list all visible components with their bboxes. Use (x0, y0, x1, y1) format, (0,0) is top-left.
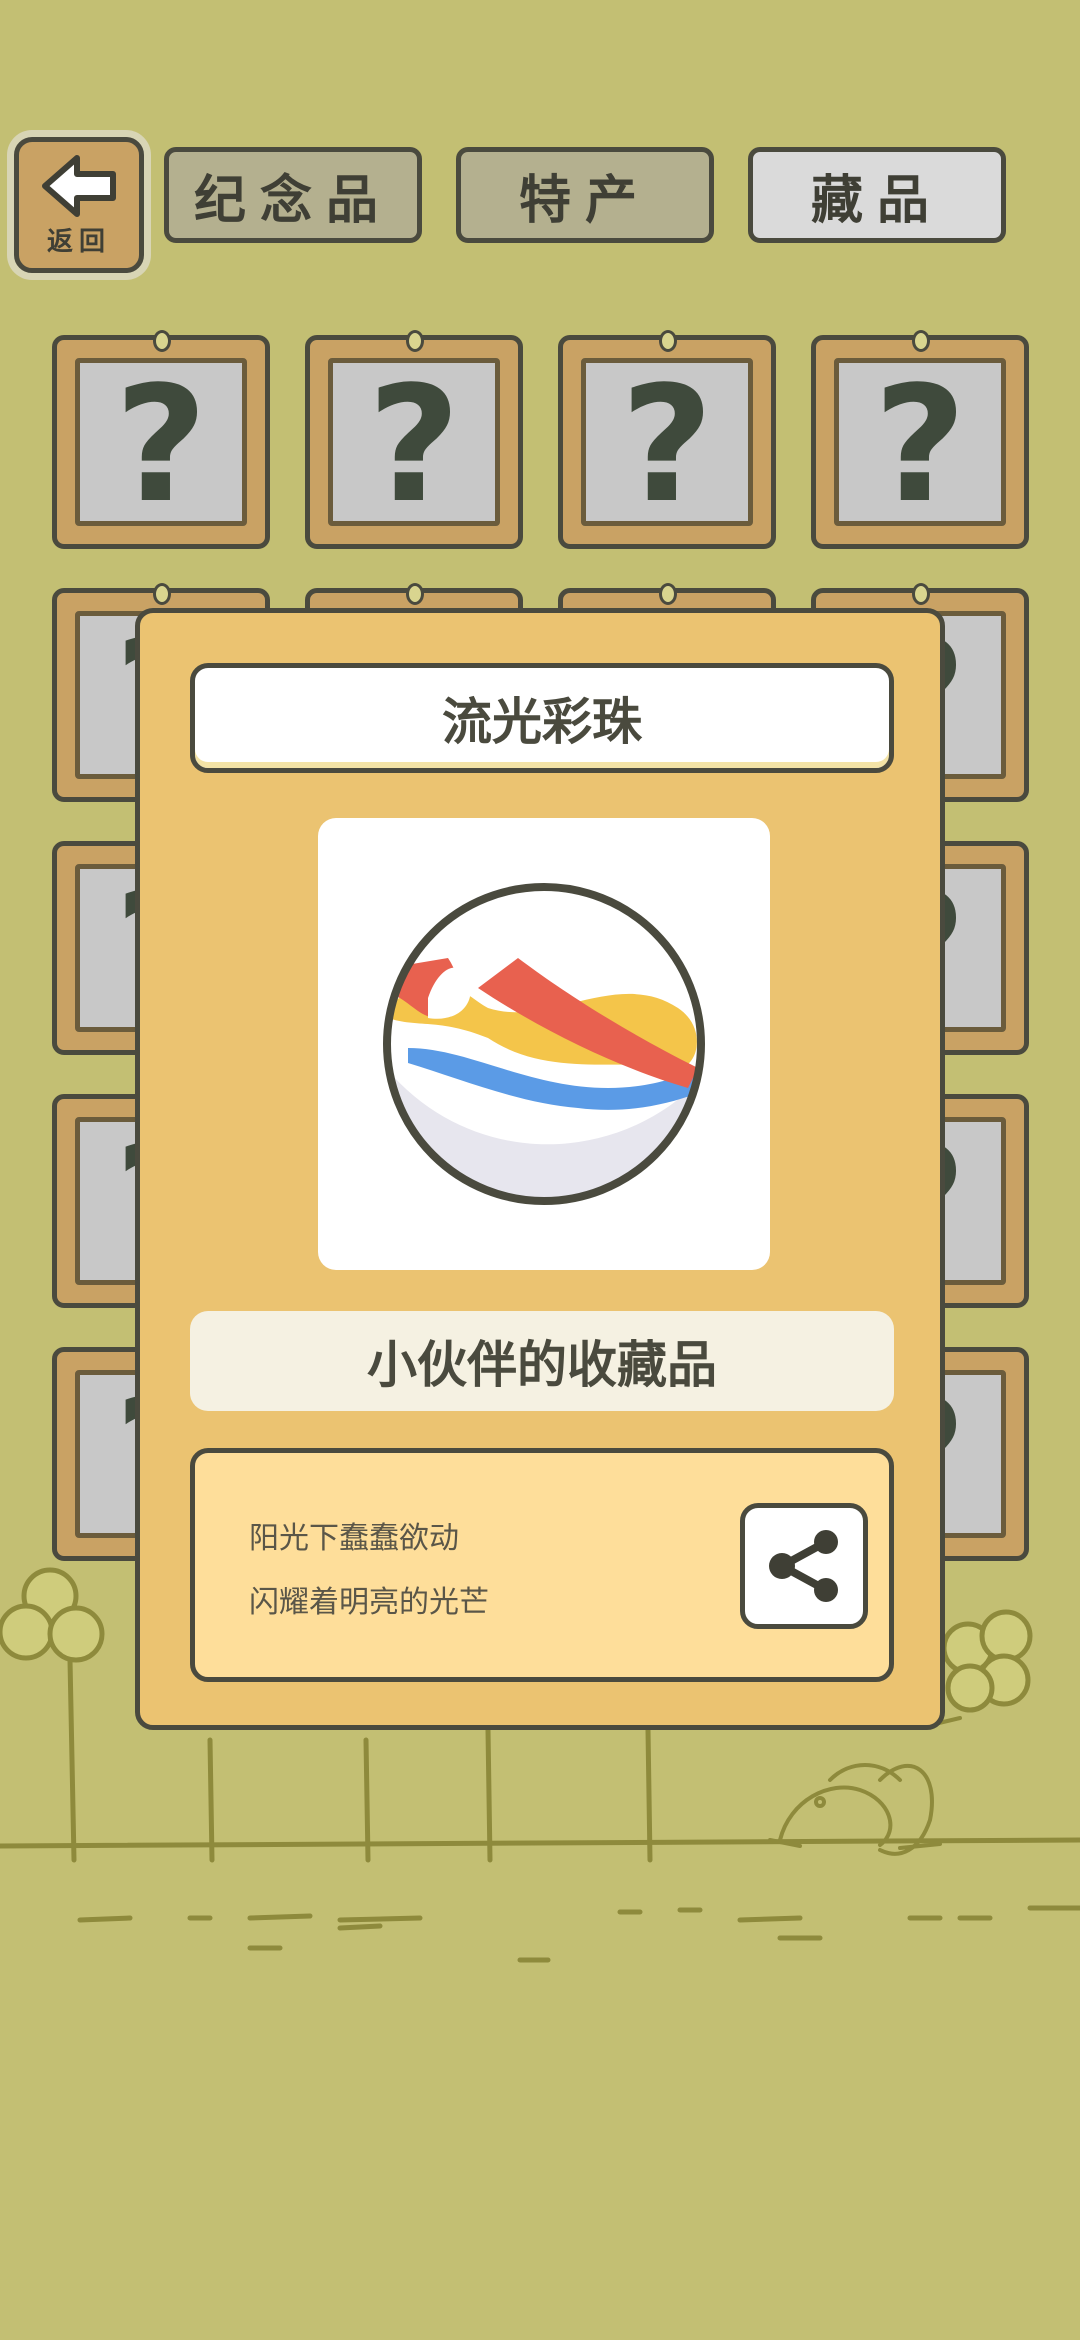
slot-inner: ? (834, 358, 1006, 526)
hang-hook-icon (912, 330, 930, 352)
hang-hook-icon (912, 583, 930, 605)
description-line-2: 闪耀着明亮的光芒 (249, 1585, 489, 1620)
collection-slot[interactable]: ? (305, 330, 523, 549)
arrow-left-icon (42, 155, 116, 217)
collection-slot[interactable]: ? (52, 330, 270, 549)
item-description: 阳光下蠢蠢欲动 闪耀着明亮的光芒 (190, 1448, 894, 1682)
question-mark-icon: ? (873, 351, 967, 538)
hang-hook-icon (153, 330, 171, 352)
back-button[interactable]: 返回 (14, 137, 144, 273)
back-label: 返回 (46, 227, 111, 257)
hang-hook-icon (659, 583, 677, 605)
hang-hook-icon (406, 330, 424, 352)
description-line-1: 阳光下蠢蠢欲动 (249, 1521, 459, 1556)
item-title: 流光彩珠 (190, 663, 894, 773)
hang-hook-icon (153, 583, 171, 605)
slot-inner: ? (75, 358, 247, 526)
tab-specialties[interactable]: 特产 (456, 147, 714, 243)
collection-slot[interactable]: ? (558, 330, 776, 549)
tab-collectibles[interactable]: 藏品 (748, 147, 1006, 243)
item-detail-panel: 流光彩珠 小伙伴的收藏品 阳光下蠢蠢欲动 闪耀着明亮的光芒 (135, 608, 945, 1730)
item-image (318, 818, 770, 1270)
marble-icon (383, 883, 705, 1205)
question-mark-icon: ? (367, 351, 461, 538)
collection-slot[interactable]: ? (811, 330, 1029, 549)
share-button[interactable] (740, 1503, 868, 1629)
share-icon (769, 1530, 838, 1602)
hang-hook-icon (659, 330, 677, 352)
tab-souvenirs[interactable]: 纪念品 (164, 147, 422, 243)
question-mark-icon: ? (114, 351, 208, 538)
slot-inner: ? (328, 358, 500, 526)
question-mark-icon: ? (620, 351, 714, 538)
hang-hook-icon (406, 583, 424, 605)
item-category: 小伙伴的收藏品 (190, 1311, 894, 1411)
slot-inner: ? (581, 358, 753, 526)
